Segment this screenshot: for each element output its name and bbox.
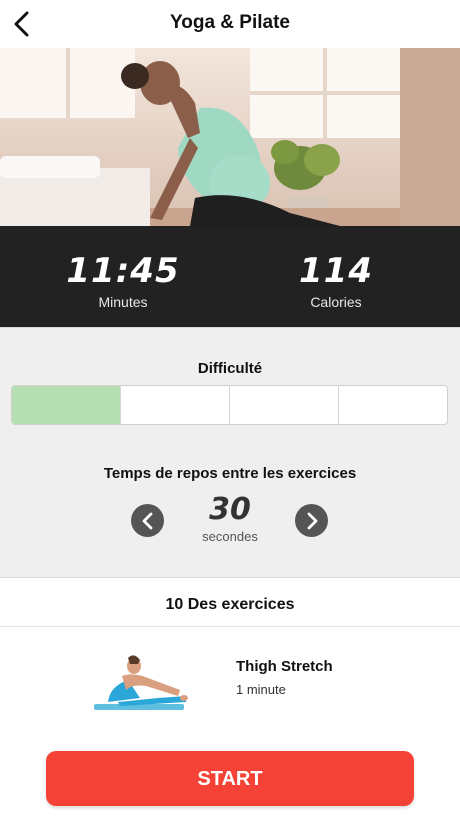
difficulty-selector[interactable] <box>11 385 448 425</box>
chevron-right-icon <box>307 512 317 529</box>
decrease-rest-button[interactable] <box>131 504 164 537</box>
exercises-header: 10 Des exercices <box>0 579 460 627</box>
chevron-left-icon <box>142 512 152 529</box>
duration-label: Minutes <box>98 294 148 310</box>
page-title: Yoga & Pilate <box>169 12 290 33</box>
stats-panel: 11:45 Minutes 114 Calories <box>0 226 460 327</box>
exercise-duration: 1 minute <box>236 682 286 697</box>
duration-value: 11:45 <box>66 251 180 291</box>
exercise-thumbnail <box>88 646 192 714</box>
settings-panel: Difficulté Temps de repos entre les exer… <box>0 327 460 578</box>
calories-label: Calories <box>310 294 362 310</box>
rest-unit: secondes <box>202 529 258 544</box>
difficulty-level-1[interactable] <box>12 386 121 424</box>
difficulty-title: Difficulté <box>197 360 263 377</box>
exercise-list-item[interactable]: Thigh Stretch 1 minute <box>0 628 460 740</box>
calories-stat: 114 Calories <box>256 252 416 310</box>
hero-image <box>0 48 460 226</box>
difficulty-level-2[interactable] <box>121 386 230 424</box>
start-button[interactable]: START <box>46 751 414 806</box>
increase-rest-button[interactable] <box>295 504 328 537</box>
calories-value: 114 <box>299 251 373 291</box>
rest-title: Temps de repos entre les exercices <box>103 465 357 482</box>
rest-value: 30 <box>209 492 251 527</box>
difficulty-level-3[interactable] <box>230 386 339 424</box>
app-header: Yoga & Pilate <box>0 0 460 48</box>
exercise-name: Thigh Stretch <box>236 658 333 675</box>
difficulty-level-4[interactable] <box>339 386 447 424</box>
duration-stat: 11:45 Minutes <box>43 252 203 310</box>
